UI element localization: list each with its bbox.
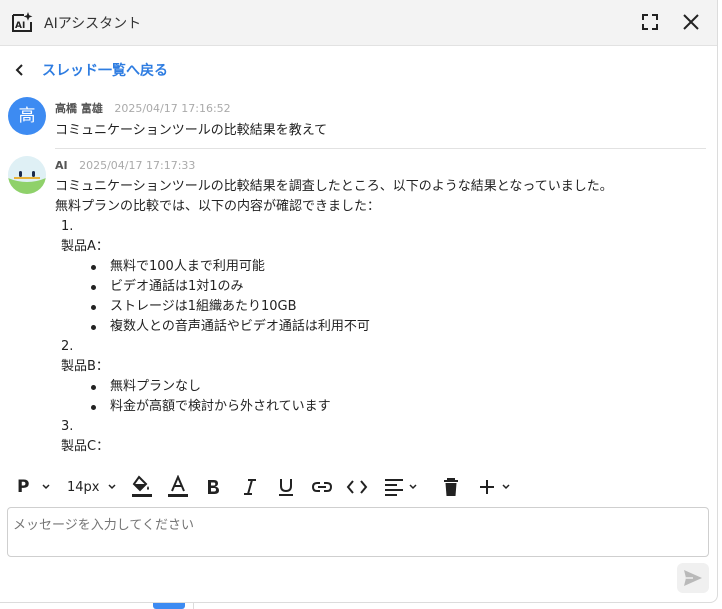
highlight-color-button[interactable] [131,474,153,500]
ai-message-body: コミュニケーションツールの比較結果を調査したところ、以下のような結果となっていま… [55,177,613,457]
product-name: 製品B： [61,359,109,374]
product-name: 製品C： [61,439,110,454]
message-meta: 高橋 富雄 2025/04/17 17:16:52 [55,100,231,116]
chevron-down-icon [502,484,510,490]
insert-dropdown[interactable] [479,474,511,500]
list-item: 複数人との音声通話やビデオ通話は利用不可 [91,317,613,337]
expand-icon[interactable] [639,11,661,33]
send-icon [684,570,702,586]
message-input[interactable] [7,507,709,557]
underline-button[interactable] [277,474,295,500]
list-item: 無料で100人まで利用可能 [91,257,613,277]
text-color-button[interactable] [167,474,189,500]
svg-text:AI: AI [15,21,25,31]
trash-icon [444,478,458,496]
ai-robot-icon [8,156,46,194]
align-left-icon [385,479,403,496]
message-timestamp: 2025/04/17 17:16:52 [114,102,231,115]
chevron-down-icon [107,484,116,490]
background-divider [193,603,194,609]
chevron-down-icon [42,484,50,490]
close-icon[interactable] [679,10,703,34]
message-meta: AI 2025/04/17 17:17:33 [55,159,195,172]
back-link-label: スレッド一覧へ戻る [42,63,168,79]
code-icon [346,480,368,494]
font-size-label: 14px [67,479,100,495]
list-number: 3. [61,419,74,434]
chevron-down-icon [409,484,417,490]
text-color-icon [168,475,188,497]
message-author: 高橋 富雄 [55,102,103,115]
message-text: コミュニケーションツールの比較結果を教えて [55,123,328,138]
align-dropdown[interactable] [384,474,418,500]
list-item: 料金が高額で検討から外されています [91,397,613,417]
underline-icon [279,479,293,496]
link-icon [311,482,333,492]
list-item: 無料プランなし [91,377,613,397]
send-button[interactable] [677,563,709,593]
background-button-edge [153,603,185,609]
product-name: 製品A： [61,239,109,254]
ai-avatar [8,156,46,194]
list-item: ストレージは1組織あたり10GB [91,297,613,317]
back-to-thread-list-button[interactable]: スレッド一覧へ戻る [12,59,168,81]
chevron-left-icon [15,64,23,76]
paragraph-style-dropdown[interactable]: P [17,474,51,500]
message-divider [55,148,706,149]
panel-header: AI AIアシスタント [0,0,717,46]
ai-sparkle-icon: AI [12,12,33,32]
list-item: ビデオ通話は1対1のみ [91,277,613,297]
message-author: AI [55,159,68,172]
plus-icon [480,480,494,494]
user-avatar: 高 [8,97,46,135]
panel-title: AIアシスタント [44,16,142,32]
ai-lead-text: 無料プランの比較では、以下の内容が確認できました： [55,199,381,214]
fill-color-icon [132,475,152,497]
bold-button[interactable] [205,474,221,500]
list-number: 1. [61,219,74,234]
delete-button[interactable] [443,474,459,500]
link-button[interactable] [311,474,333,500]
italic-button[interactable] [242,474,258,500]
list-number: 2. [61,339,74,354]
message-timestamp: 2025/04/17 17:17:33 [79,159,196,172]
formatting-toolbar: P 14px [0,474,717,500]
paragraph-style-label: P [17,477,30,497]
feature-list: 無料プランなし 料金が高額で検討から外されています [55,377,613,417]
code-button[interactable] [346,474,368,500]
user-message: 高 高橋 富雄 2025/04/17 17:16:52 コミュニケーションツール… [8,97,700,149]
assistant-panel: AI AIアシスタント スレッド一覧へ戻る 高 高橋 富雄 2025/04/17… [0,0,718,603]
feature-list: 無料で100人まで利用可能 ビデオ通話は1対1のみ ストレージは1組織あたり10… [55,257,613,337]
font-size-dropdown[interactable]: 14px [67,474,117,500]
ai-intro-text: コミュニケーションツールの比較結果を調査したところ、以下のような結果となっていま… [55,179,613,194]
italic-icon [244,479,256,495]
bold-icon [208,480,219,494]
